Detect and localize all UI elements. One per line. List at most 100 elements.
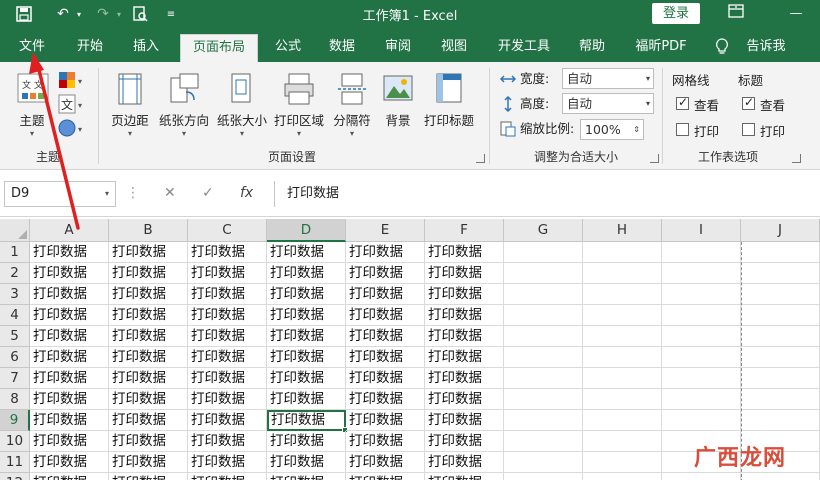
cell-h4[interactable] <box>583 305 662 326</box>
width-combo[interactable]: 自动 ▾ <box>562 68 654 89</box>
cell-b4[interactable]: 打印数据 <box>109 305 188 326</box>
tab-insert[interactable]: 插入 <box>124 34 168 62</box>
theme-button[interactable]: 文文 主题 ▾ <box>8 68 56 140</box>
cell-c9[interactable]: 打印数据 <box>188 410 267 431</box>
cell-a12[interactable]: 打印数据 <box>30 473 109 480</box>
column-header-i[interactable]: I <box>662 219 741 242</box>
ribbon-display-icon[interactable] <box>724 4 748 24</box>
minimize-icon[interactable]: — <box>784 4 808 24</box>
gridlines-view-checkbox[interactable] <box>676 95 689 110</box>
cell-d4[interactable]: 打印数据 <box>267 305 346 326</box>
cell-i7[interactable] <box>662 368 741 389</box>
headings-view-checkbox[interactable] <box>742 95 755 110</box>
cell-f7[interactable]: 打印数据 <box>425 368 504 389</box>
cell-d5[interactable]: 打印数据 <box>267 326 346 347</box>
cell-g3[interactable] <box>504 284 583 305</box>
tab-help[interactable]: 帮助 <box>570 34 614 62</box>
cell-b8[interactable]: 打印数据 <box>109 389 188 410</box>
cell-c6[interactable]: 打印数据 <box>188 347 267 368</box>
tab-foxit-pdf[interactable]: 福昕PDF <box>626 34 696 62</box>
background-button[interactable]: 背景 <box>378 68 418 140</box>
column-header-f[interactable]: F <box>425 219 504 242</box>
save-icon[interactable] <box>14 4 34 24</box>
cell-e9[interactable]: 打印数据 <box>346 410 425 431</box>
cell-e12[interactable]: 打印数据 <box>346 473 425 480</box>
row-header-7[interactable]: 7 <box>0 368 30 389</box>
cell-c8[interactable]: 打印数据 <box>188 389 267 410</box>
row-header-2[interactable]: 2 <box>0 263 30 284</box>
cell-g10[interactable] <box>504 431 583 452</box>
column-header-a[interactable]: A <box>30 219 109 242</box>
print-titles-button[interactable]: 打印标题 <box>420 68 478 140</box>
cell-a9[interactable]: 打印数据 <box>30 410 109 431</box>
cell-f11[interactable]: 打印数据 <box>425 452 504 473</box>
formula-input[interactable]: 打印数据 <box>274 181 820 207</box>
colors-icon[interactable]: ▾ <box>58 70 86 90</box>
cell-g7[interactable] <box>504 368 583 389</box>
row-header-11[interactable]: 11 <box>0 452 30 473</box>
cell-d10[interactable]: 打印数据 <box>267 431 346 452</box>
cell-e6[interactable]: 打印数据 <box>346 347 425 368</box>
cell-f9[interactable]: 打印数据 <box>425 410 504 431</box>
cell-c4[interactable]: 打印数据 <box>188 305 267 326</box>
spinner-icon[interactable]: ⇕ <box>633 120 640 139</box>
row-header-3[interactable]: 3 <box>0 284 30 305</box>
row-header-9[interactable]: 9 <box>0 410 30 431</box>
redo-icon[interactable]: ↷ <box>92 4 114 24</box>
cell-h7[interactable] <box>583 368 662 389</box>
cell-a7[interactable]: 打印数据 <box>30 368 109 389</box>
cell-g2[interactable] <box>504 263 583 284</box>
size-button[interactable]: 纸张大小 ▾ <box>214 68 270 140</box>
scale-launcher-icon[interactable] <box>650 154 659 163</box>
column-header-c[interactable]: C <box>188 219 267 242</box>
print-preview-icon[interactable] <box>130 4 150 24</box>
cell-e5[interactable]: 打印数据 <box>346 326 425 347</box>
cell-b5[interactable]: 打印数据 <box>109 326 188 347</box>
row-header-12[interactable]: 12 <box>0 473 30 480</box>
cell-e2[interactable]: 打印数据 <box>346 263 425 284</box>
cell-j1[interactable] <box>741 242 820 263</box>
cell-c7[interactable]: 打印数据 <box>188 368 267 389</box>
cell-h3[interactable] <box>583 284 662 305</box>
cell-e11[interactable]: 打印数据 <box>346 452 425 473</box>
orientation-button[interactable]: 纸张方向 ▾ <box>156 68 212 140</box>
cell-b10[interactable]: 打印数据 <box>109 431 188 452</box>
tab-formulas[interactable]: 公式 <box>266 34 310 62</box>
cell-b1[interactable]: 打印数据 <box>109 242 188 263</box>
cell-c10[interactable]: 打印数据 <box>188 431 267 452</box>
fonts-icon[interactable]: 文 ▾ <box>58 94 86 114</box>
cell-e1[interactable]: 打印数据 <box>346 242 425 263</box>
cell-i6[interactable] <box>662 347 741 368</box>
cell-a8[interactable]: 打印数据 <box>30 389 109 410</box>
cell-b3[interactable]: 打印数据 <box>109 284 188 305</box>
tab-home[interactable]: 开始 <box>68 34 112 62</box>
cell-a3[interactable]: 打印数据 <box>30 284 109 305</box>
effects-icon[interactable]: ▾ <box>58 118 86 138</box>
name-box[interactable]: D9 ▾ <box>4 181 116 207</box>
check-icon[interactable]: ✓ <box>202 185 214 201</box>
cell-g12[interactable] <box>504 473 583 480</box>
cell-e7[interactable]: 打印数据 <box>346 368 425 389</box>
cell-b6[interactable]: 打印数据 <box>109 347 188 368</box>
cell-a2[interactable]: 打印数据 <box>30 263 109 284</box>
cell-j3[interactable] <box>741 284 820 305</box>
cell-d1[interactable]: 打印数据 <box>267 242 346 263</box>
cell-h5[interactable] <box>583 326 662 347</box>
cell-d7[interactable]: 打印数据 <box>267 368 346 389</box>
cell-d3[interactable]: 打印数据 <box>267 284 346 305</box>
cell-i4[interactable] <box>662 305 741 326</box>
tab-page-layout[interactable]: 页面布局 <box>180 34 258 62</box>
row-header-6[interactable]: 6 <box>0 347 30 368</box>
cell-j6[interactable] <box>741 347 820 368</box>
cell-e10[interactable]: 打印数据 <box>346 431 425 452</box>
cell-j5[interactable] <box>741 326 820 347</box>
drag-handle-icon[interactable]: ⋮ <box>126 185 140 201</box>
cell-g11[interactable] <box>504 452 583 473</box>
tab-file[interactable]: 文件 <box>10 34 54 62</box>
cell-j9[interactable] <box>741 410 820 431</box>
cell-g5[interactable] <box>504 326 583 347</box>
row-header-8[interactable]: 8 <box>0 389 30 410</box>
redo-dropdown-icon[interactable]: ▾ <box>114 4 124 24</box>
gridlines-print-checkbox[interactable] <box>676 123 689 136</box>
cell-a10[interactable]: 打印数据 <box>30 431 109 452</box>
